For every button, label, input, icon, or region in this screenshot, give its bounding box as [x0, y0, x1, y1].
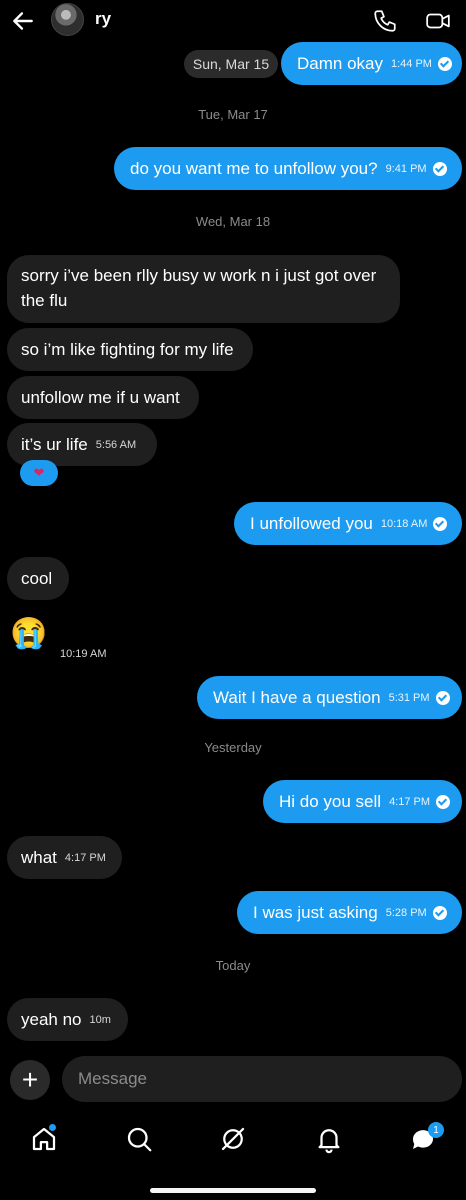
message-bubble-incoming[interactable]: sorry i’ve been rlly busy w work n i jus…: [7, 255, 400, 323]
message-text: sorry i’ve been rlly busy w work n i jus…: [21, 266, 377, 285]
message-time: 10m: [89, 1013, 111, 1026]
message-text: I was just asking: [253, 902, 378, 922]
message-text: Wait I have a question: [213, 687, 381, 707]
contact-name[interactable]: ry: [95, 9, 111, 29]
message-text: do you want me to unfollow you?: [130, 158, 378, 178]
message-time: 4:17 PM: [389, 795, 431, 808]
message-bubble-incoming[interactable]: unfollow me if u want: [7, 376, 199, 419]
message-bubble-outgoing[interactable]: I was just asking 5:28 PM: [237, 891, 462, 934]
date-separator: Wed, Mar 18: [195, 214, 271, 229]
message-bubble-incoming[interactable]: what 4:17 PM: [7, 836, 122, 879]
video-call-icon[interactable]: [425, 8, 451, 34]
read-check-icon: [437, 56, 452, 71]
message-text: Hi do you sell: [279, 791, 382, 811]
message-time: 1:44 PM: [390, 57, 432, 70]
message-time: 5:28 PM: [385, 906, 427, 919]
grok-icon[interactable]: [218, 1124, 248, 1154]
read-check-icon: [436, 794, 451, 809]
avatar[interactable]: [51, 3, 84, 36]
read-check-icon: [432, 905, 447, 920]
message-bubble-outgoing[interactable]: Damn okay 1:44 PM: [281, 42, 462, 85]
message-text: unfollow me if u want: [21, 387, 180, 407]
message-text: what: [21, 847, 57, 867]
phone-icon[interactable]: [372, 8, 398, 34]
message-bubble-outgoing[interactable]: Hi do you sell 4:17 PM: [263, 780, 462, 823]
message-bubble-outgoing[interactable]: I unfollowed you 10:18 AM: [234, 502, 462, 545]
read-check-icon: [433, 516, 448, 531]
message-text: I unfollowed you: [250, 513, 373, 533]
message-bubble-incoming[interactable]: cool: [7, 557, 69, 600]
message-time: 5:31 PM: [388, 691, 430, 704]
message-bubble-incoming[interactable]: so i’m like fighting for my life: [7, 328, 253, 371]
message-time: 4:17 PM: [64, 851, 106, 864]
message-bubble-outgoing[interactable]: Wait I have a question 5:31 PM: [197, 676, 462, 719]
message-text: it’s ur life: [21, 434, 88, 454]
back-arrow-icon[interactable]: [10, 8, 36, 34]
message-text: Damn okay: [297, 53, 383, 73]
message-bubble-incoming[interactable]: yeah no 10m: [7, 998, 128, 1041]
message-time: 5:56 AM: [95, 438, 137, 451]
message-time: 10:18 AM: [380, 517, 428, 530]
date-separator: Yesterday: [204, 740, 262, 755]
heart-icon: ❤: [33, 465, 45, 480]
messages-badge: 1: [428, 1122, 444, 1138]
message-input[interactable]: Message: [62, 1056, 462, 1102]
read-check-icon: [435, 690, 450, 705]
home-indicator[interactable]: [150, 1188, 316, 1193]
search-icon[interactable]: [124, 1124, 154, 1154]
read-check-icon: [432, 161, 447, 176]
notifications-bell-icon[interactable]: [314, 1124, 344, 1154]
message-bubble-outgoing[interactable]: do you want me to unfollow you? 9:41 PM: [114, 147, 462, 190]
date-separator: Today: [215, 958, 251, 973]
crying-emoji-message[interactable]: 😭: [10, 616, 47, 651]
notification-dot: [49, 1124, 56, 1131]
message-time: 10:19 AM: [60, 648, 107, 660]
message-text: yeah no: [21, 1009, 82, 1029]
message-text: cool: [21, 568, 53, 588]
add-media-button[interactable]: +: [10, 1060, 50, 1100]
message-time: 9:41 PM: [385, 162, 427, 175]
message-text: so i’m like fighting for my life: [21, 339, 234, 359]
heart-reaction[interactable]: ❤: [20, 460, 58, 486]
message-text: the flu: [21, 291, 68, 310]
date-separator: Sun, Mar 15: [184, 50, 278, 78]
date-separator: Tue, Mar 17: [198, 107, 268, 122]
